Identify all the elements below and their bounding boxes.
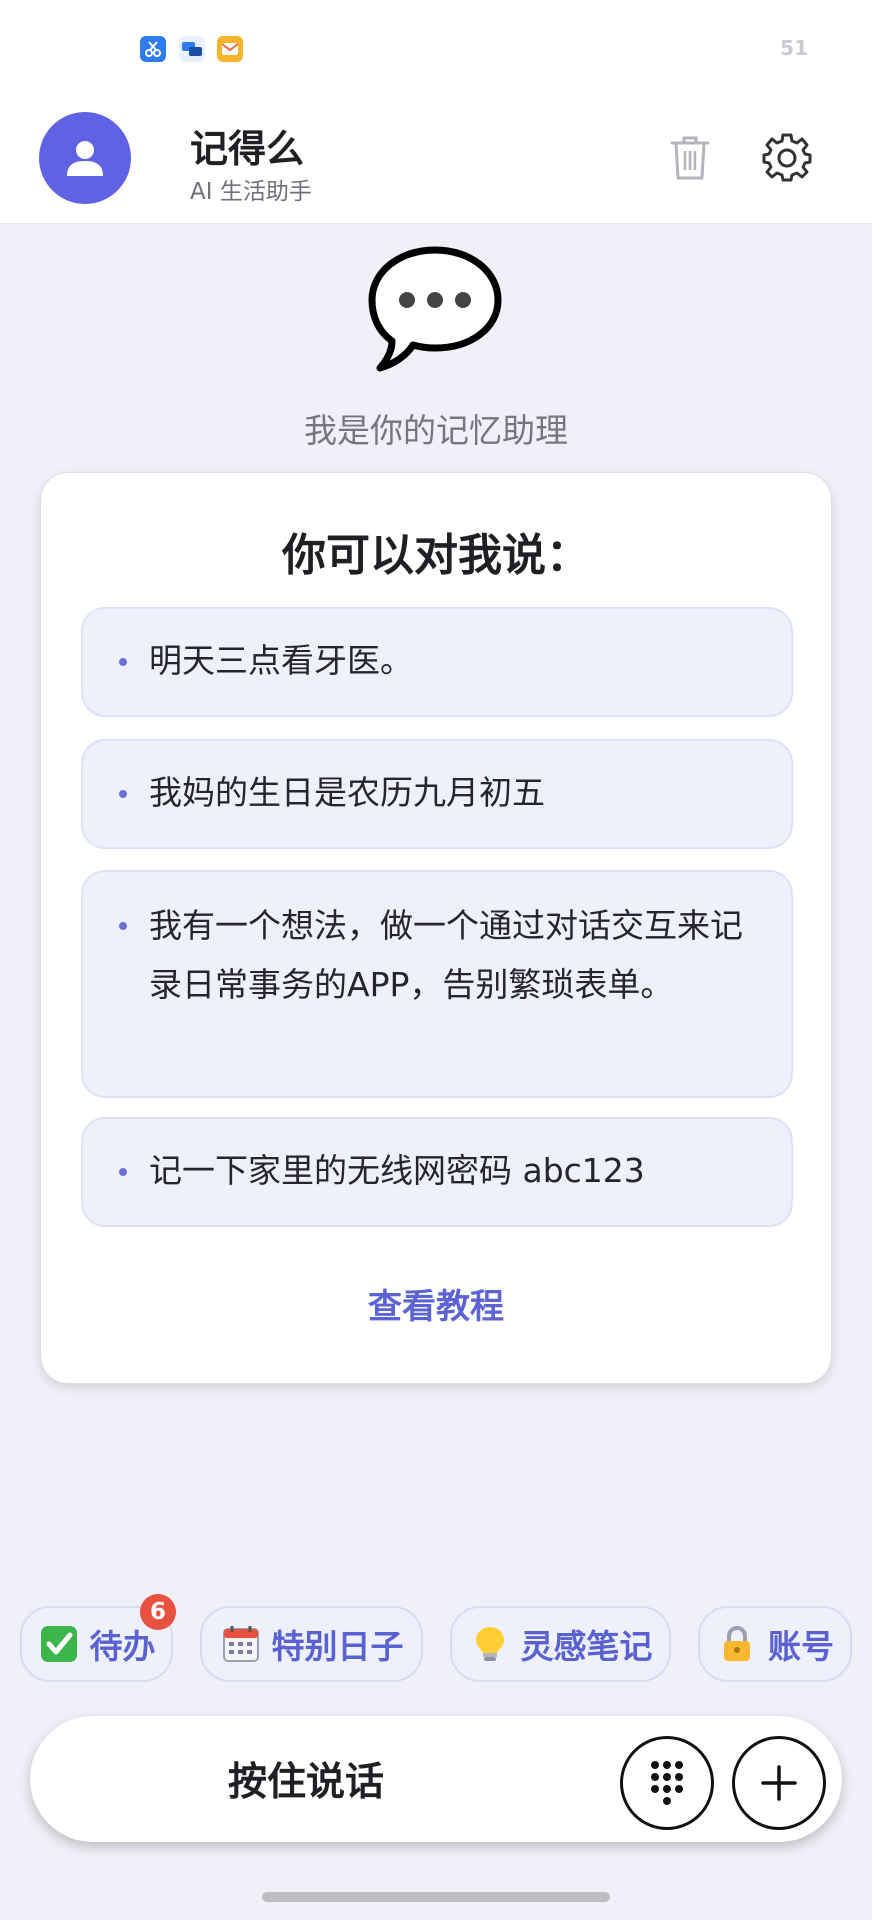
voice-input-bar: 按住说话 (30, 1716, 842, 1842)
clear-history-button[interactable] (664, 130, 716, 186)
status-number: 51 (780, 36, 808, 60)
bullet-icon (119, 1168, 127, 1176)
example-item[interactable]: 我妈的生日是农历九月初五 (81, 739, 793, 849)
tagline: 我是你的记忆助理 (304, 411, 568, 450)
chat-bubbles-icon (179, 36, 205, 62)
speech-bubble-icon (364, 244, 506, 374)
chip-label: 特别日子 (271, 1627, 404, 1666)
calendar-icon (220, 1623, 262, 1665)
chip-accounts[interactable]: 账号 (698, 1606, 852, 1682)
bullet-icon (119, 658, 127, 666)
avatar[interactable] (39, 112, 131, 204)
lightbulb-icon (469, 1623, 511, 1665)
trash-icon (670, 136, 710, 180)
bullet-icon (119, 922, 127, 930)
settings-button[interactable] (758, 128, 816, 186)
keyboard-toggle-button[interactable] (620, 1736, 714, 1830)
example-text: 我有一个想法，做一个通过对话交互来记录日常事务的APP，告别繁琐表单。 (149, 906, 743, 1004)
example-item[interactable]: 记一下家里的无线网密码 abc123 (81, 1117, 793, 1227)
mail-icon (217, 36, 243, 62)
app-title: 记得么 (190, 127, 305, 171)
card-title: 你可以对我说： (282, 530, 590, 581)
todo-count-badge: 6 (140, 1594, 176, 1630)
chip-label: 灵感笔记 (520, 1627, 653, 1666)
home-indicator[interactable] (262, 1892, 610, 1902)
tutorial-link[interactable]: 查看教程 (41, 1279, 831, 1328)
hold-to-talk-button[interactable]: 按住说话 (30, 1716, 582, 1842)
status-bar: 51 (0, 0, 872, 100)
check-mark-icon (38, 1623, 80, 1665)
example-text: 明天三点看牙医。 (149, 641, 413, 680)
example-text: 我妈的生日是农历九月初五 (149, 773, 545, 812)
keypad-icon (651, 1761, 683, 1805)
app-subtitle: AI 生活助手 (190, 179, 312, 205)
gear-icon (762, 133, 812, 182)
user-icon (67, 141, 103, 176)
suggestion-card: 你可以对我说： 明天三点看牙医。 我妈的生日是农历九月初五 我有一个想法，做一个… (40, 472, 832, 1384)
plus-icon (761, 1765, 797, 1801)
example-text: 记一下家里的无线网密码 abc123 (149, 1151, 645, 1190)
bullet-icon (119, 790, 127, 798)
example-item[interactable]: 我有一个想法，做一个通过对话交互来记录日常事务的APP，告别繁琐表单。 (81, 870, 793, 1098)
chip-idea-notes[interactable]: 灵感笔记 (450, 1606, 671, 1682)
example-item[interactable]: 明天三点看牙医。 (81, 607, 793, 717)
chip-special-days[interactable]: 特别日子 (200, 1606, 423, 1682)
chip-label: 账号 (768, 1627, 834, 1666)
lock-icon (716, 1623, 758, 1665)
app-header: 记得么 AI 生活助手 (0, 100, 872, 224)
scissors-app-icon (140, 36, 166, 62)
add-button[interactable] (732, 1736, 826, 1830)
chip-label: 待办 (89, 1627, 156, 1666)
